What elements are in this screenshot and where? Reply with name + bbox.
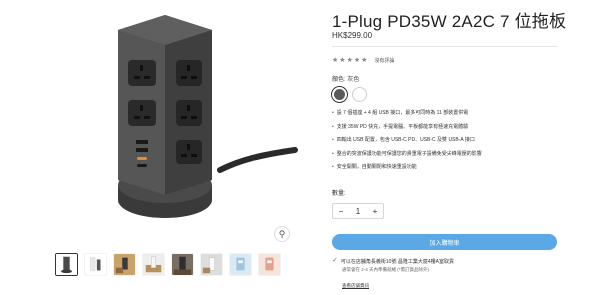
increment-button[interactable]: + (367, 207, 383, 216)
feature-item: 支援 35W PD 快充，手提電腦、平板都能享有極速充電體驗 (332, 124, 482, 138)
feature-item: 安全開關，自動關閉和快速重設功能 (332, 164, 482, 178)
quantity-stepper: − 1 + (332, 203, 384, 219)
zoom-icon[interactable]: ⚲ (274, 226, 290, 242)
star-icon: ★ (346, 57, 353, 64)
thumbnail-8[interactable] (258, 253, 281, 276)
thumbnail-7[interactable] (229, 253, 252, 276)
product-main-image[interactable] (30, 0, 300, 245)
pickup-text: 可以在店舖角長義街10號 昌隆工業大廈4樓A室取貨 (340, 259, 454, 265)
thumbnail-5[interactable] (171, 253, 194, 276)
quantity-label: 數量: (332, 191, 346, 197)
star-icon: ★ (361, 57, 368, 64)
product-gallery: ⚲ (0, 0, 320, 295)
star-icon: ★ (353, 57, 361, 64)
pickup-subtext: 通常會在 2-4 天內準備就緒 (*需訂貨品除外) (342, 267, 430, 272)
feature-list: 設 7 個插座 + 4 組 USB 接口，最多可同時為 11 部裝置供電 支援 … (332, 110, 482, 178)
color-swatch-gray[interactable] (332, 87, 347, 102)
pickup-info: ✓ 可以在店舖角長義街10號 昌隆工業大廈4樓A室取貨 (332, 257, 454, 265)
thumbnail-3[interactable] (113, 253, 136, 276)
reviews-link[interactable]: 沒有評論 (374, 57, 394, 64)
product-price: HK$299.00 (332, 31, 373, 40)
rating[interactable]: ★ ★ ★ ★ ★ 沒有評論 (332, 56, 394, 64)
check-icon: ✓ (332, 257, 338, 264)
feature-item: 整合的突波保護功能可保護您的貴重電子設備免受尖峰電壓的影響 (332, 151, 482, 165)
star-icon: ★ (339, 57, 346, 64)
star-icon: ★ (332, 57, 339, 64)
quantity-value[interactable]: 1 (350, 207, 366, 216)
divider (332, 46, 557, 47)
thumbnail-1[interactable] (55, 253, 78, 276)
thumbnail-strip (55, 253, 281, 276)
color-swatches (332, 87, 367, 102)
feature-item: 設 7 個插座 + 4 組 USB 接口，最多可同時為 11 部裝置供電 (332, 110, 482, 124)
decrement-button[interactable]: − (333, 207, 349, 216)
thumbnail-4[interactable] (142, 253, 165, 276)
thumbnail-2[interactable] (84, 253, 107, 276)
store-info-link[interactable]: 查看店舖資訊 (342, 283, 369, 289)
product-title: 1-Plug PD35W 2A2C 7 位拖板 (332, 12, 567, 31)
add-to-cart-button[interactable]: 加入購物車 (332, 234, 557, 250)
color-label: 顏色: 灰色 (332, 77, 360, 83)
feature-item: 四輸出 USB 配置，包含 USB-C PD、USB-C 及雙 USB-A 接口 (332, 137, 482, 151)
color-swatch-white[interactable] (352, 87, 367, 102)
thumbnail-6[interactable] (200, 253, 223, 276)
